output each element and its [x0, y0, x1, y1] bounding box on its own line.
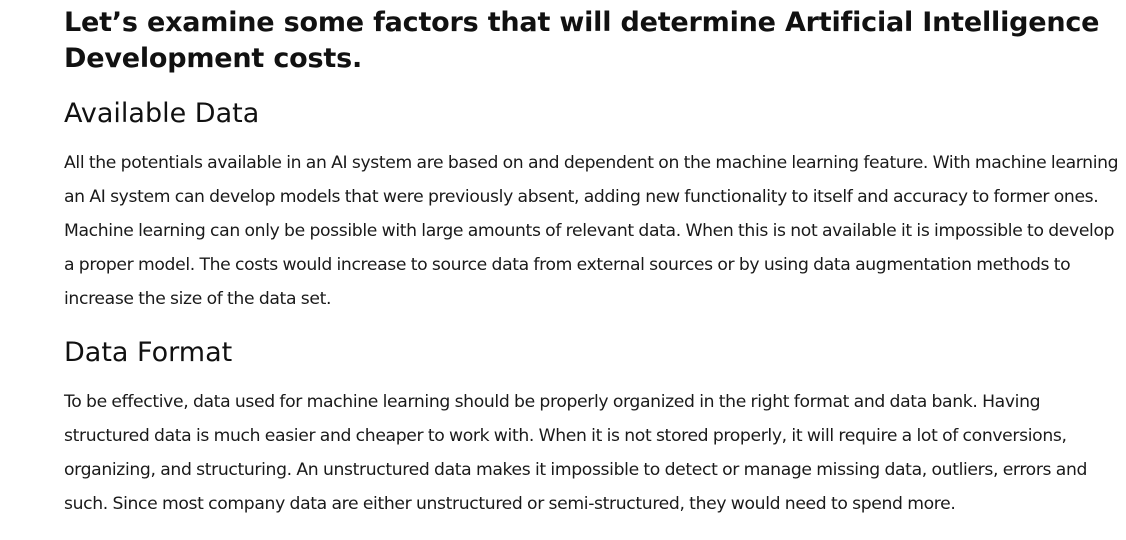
page-title: Let’s examine some factors that will det… — [64, 7, 1100, 74]
section-body-available-data: All the potentials available in an AI sy… — [64, 153, 1119, 309]
section-body-data-format: To be effective, data used for machine l… — [64, 392, 1088, 514]
section-heading-data-format: Data Format — [64, 337, 233, 368]
article: Let’s examine some factors that will det… — [64, 0, 1120, 521]
section-heading-available-data: Available Data — [64, 98, 260, 129]
